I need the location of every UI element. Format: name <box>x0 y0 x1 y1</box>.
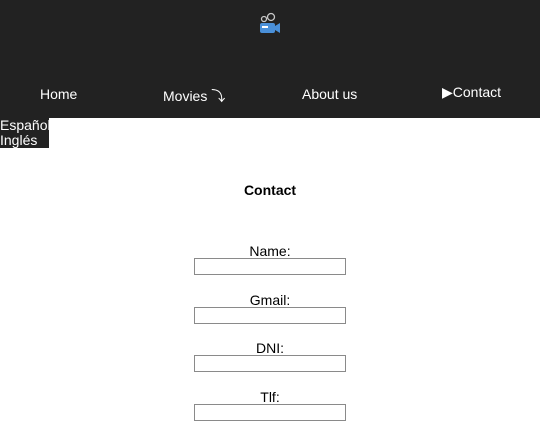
tlf-label: Tlf: <box>260 389 280 405</box>
gmail-label: Gmail: <box>249 292 291 308</box>
language-selector: Español Inglés <box>0 118 51 148</box>
dni-input[interactable] <box>194 355 346 372</box>
nav-home-link[interactable]: Home <box>40 86 77 102</box>
tlf-input[interactable] <box>194 404 346 421</box>
nav-contact-link[interactable]: ▶Contact <box>442 84 501 101</box>
movie-camera-icon[interactable] <box>257 12 283 36</box>
name-label: Name: <box>249 243 291 259</box>
nav-movies-dropdown[interactable]: Movies ⤵ <box>163 86 225 106</box>
name-input[interactable] <box>194 258 346 275</box>
gmail-input[interactable] <box>194 307 346 324</box>
dni-label: DNI: <box>256 340 284 356</box>
language-english-option[interactable]: Inglés <box>0 133 49 148</box>
language-spanish-option[interactable]: Español <box>0 118 51 133</box>
nav-about-us-link[interactable]: About us <box>302 86 357 102</box>
site-header: Home Movies ⤵ About us ▶Contact <box>0 0 540 118</box>
main-navigation: Home Movies ⤵ About us ▶Contact <box>0 76 540 110</box>
page-title: Contact <box>243 182 297 198</box>
